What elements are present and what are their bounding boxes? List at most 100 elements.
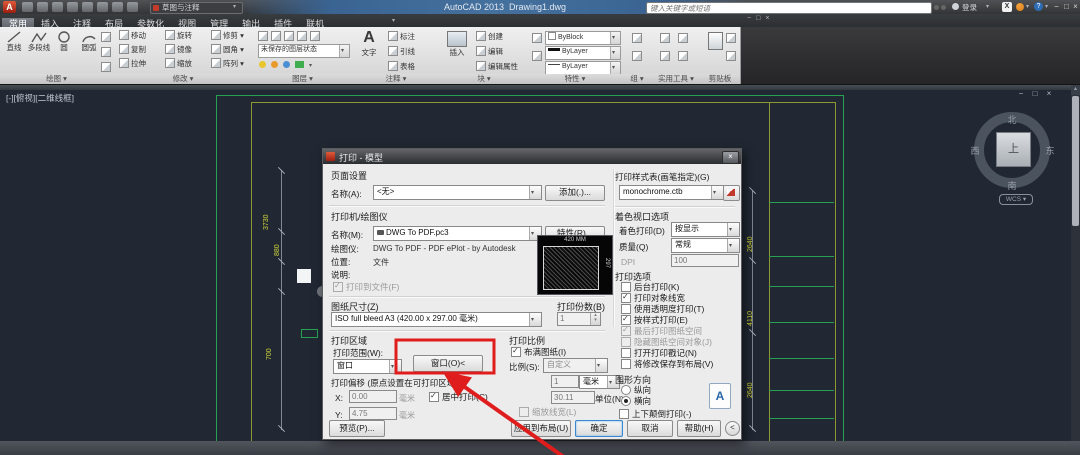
tool-modify-拉伸[interactable]: 拉伸 [119, 58, 146, 70]
tool-leader[interactable]: 引线 [388, 46, 415, 58]
help-icon[interactable]: ? [1034, 2, 1043, 11]
quality-dropdown[interactable]: 常规 [671, 238, 740, 253]
tool-dimension[interactable]: 标注 [388, 31, 415, 43]
tool-table[interactable]: 表格 [388, 61, 415, 73]
paper-size-dropdown[interactable]: ISO full bleed A3 (420.00 x 297.00 毫米) [331, 312, 542, 327]
layer-match-icon[interactable] [310, 31, 320, 41]
paste-icon[interactable] [708, 32, 723, 50]
landscape-radio[interactable]: 横向 [621, 396, 651, 406]
ellipse-flyout-icon[interactable] [101, 47, 111, 57]
layer-on-bulb-icon[interactable] [259, 61, 266, 68]
sign-in-link[interactable]: 登录 [962, 3, 977, 12]
offset-y-field[interactable]: 4.75 [349, 407, 397, 420]
panel-title-properties[interactable]: 特性 ▾ [528, 74, 622, 84]
shade-plot-dropdown[interactable]: 按显示 [671, 222, 740, 237]
drawing-window-controls[interactable]: −□× [747, 15, 774, 22]
offset-x-field[interactable]: 0.00 [349, 390, 397, 403]
properties-list-icon[interactable] [532, 51, 542, 61]
hatch-flyout-icon[interactable] [101, 62, 111, 72]
object-color-dropdown[interactable]: ByBlock [545, 31, 621, 45]
portrait-radio[interactable]: 纵向 [621, 385, 651, 395]
search-input[interactable] [647, 3, 937, 13]
dialog-title-bar[interactable]: 打印 - 模型 × [323, 149, 741, 164]
panel-title-layers[interactable]: 图层 ▾ [253, 74, 352, 84]
ok-button[interactable]: 确定 [575, 420, 623, 437]
plot-option-checkbox[interactable]: 最后打印图纸空间 [621, 326, 702, 336]
panel-title-draw[interactable]: 绘图 ▾ [0, 74, 113, 84]
plot-option-checkbox[interactable]: 按样式打印(E) [621, 315, 688, 325]
help-button[interactable]: 帮助(H) [677, 420, 721, 437]
scale-dropdown[interactable]: 自定义 [543, 358, 608, 373]
layer-freeze-icon[interactable] [284, 31, 294, 41]
tool-modify-镜像[interactable]: 镜像 [165, 44, 192, 56]
plot-option-checkbox[interactable]: 使用透明度打印(T) [621, 304, 704, 314]
tool-edit-block[interactable]: 编辑 [476, 46, 503, 58]
layer-state-dropdown[interactable]: 未保存的图层状态 [258, 44, 350, 58]
tool-modify-复制[interactable]: 复制 [119, 44, 146, 56]
infocenter-search[interactable] [646, 2, 932, 14]
tool-modify-旋转[interactable]: 旋转 [165, 30, 192, 42]
signin-caret-icon[interactable]: ▾ [986, 4, 989, 10]
tool-modify-阵列[interactable]: 阵列 ▾ [211, 58, 244, 70]
close-button[interactable]: × [1071, 2, 1080, 12]
scale-lineweights-checkbox[interactable]: 缩放线宽(L) [519, 407, 576, 417]
compass-south[interactable]: 南 [1006, 179, 1018, 192]
rectangle-flyout-icon[interactable] [101, 32, 111, 42]
tool-modify-移动[interactable]: 移动 [119, 30, 146, 42]
layer-caret-icon[interactable]: ▾ [309, 63, 312, 69]
group-icon[interactable] [632, 33, 642, 43]
doc-restore-button[interactable]: □ [1030, 89, 1040, 98]
tool-text[interactable]: A 文字 [356, 29, 382, 58]
plot-option-checkbox[interactable]: 隐藏图纸空间对象(J) [621, 337, 712, 347]
scrollbar-thumb[interactable] [1072, 96, 1079, 226]
page-setup-name-dropdown[interactable]: <无> [373, 185, 542, 200]
panel-title-block[interactable]: 块 ▾ [440, 74, 528, 84]
compass-north[interactable]: 北 [1006, 113, 1018, 126]
scale-numerator-field[interactable]: 1 [551, 375, 579, 388]
plot-range-dropdown[interactable]: 窗口 [333, 359, 402, 374]
add-page-setup-button[interactable]: 添加(.)... [545, 185, 605, 201]
scale-units-field[interactable]: 30.11 [551, 391, 595, 404]
upside-down-checkbox[interactable]: 上下颠倒打印(-) [619, 409, 692, 419]
measure-icon[interactable] [660, 33, 670, 43]
viewcube-top-face[interactable]: 上 [996, 132, 1031, 167]
preview-button[interactable]: 预览(P)... [329, 420, 385, 437]
dpi-field[interactable]: 100 [671, 254, 739, 267]
fit-to-paper-checkbox[interactable]: 布满图纸(I) [511, 347, 566, 357]
exchange-apps-icon[interactable]: X [1002, 2, 1012, 12]
selection-grip[interactable] [297, 269, 311, 283]
center-plot-checkbox[interactable]: 居中打印(C) [429, 392, 488, 402]
tool-edit-attributes[interactable]: 编辑属性 [476, 61, 518, 73]
tool-modify-圆角[interactable]: 圆角 ▾ [211, 44, 244, 56]
collapse-options-button[interactable]: < [725, 421, 740, 436]
panel-title-utilities[interactable]: 实用工具 ▾ [652, 74, 700, 84]
doc-minimize-button[interactable]: − [1016, 89, 1026, 98]
match-properties-icon[interactable] [532, 33, 542, 43]
layer-thaw-icon[interactable] [271, 61, 278, 68]
apply-to-layout-button[interactable]: 应用到布局(U) [511, 420, 571, 437]
spinner-arrows-icon[interactable]: ▴▾ [590, 313, 600, 325]
copy-clip-icon[interactable] [726, 33, 736, 43]
vertical-scrollbar[interactable]: ▴ [1071, 84, 1080, 455]
tool-circle[interactable]: 圆 [51, 30, 77, 52]
search-binoculars-icon[interactable] [934, 5, 939, 10]
edit-plot-style-button[interactable] [723, 185, 740, 201]
cancel-button[interactable]: 取消 [627, 420, 673, 437]
plot-style-dropdown[interactable]: monochrome.ctb [619, 185, 724, 200]
dialog-close-button[interactable]: × [722, 151, 739, 164]
plot-option-checkbox[interactable]: 将修改保存到布局(V) [621, 359, 713, 369]
tool-modify-修剪[interactable]: 修剪 ▾ [211, 30, 244, 42]
copies-spinner[interactable]: 1▴▾ [557, 312, 601, 326]
minimize-button[interactable]: − [1052, 2, 1061, 12]
layer-properties-icon[interactable] [258, 31, 268, 41]
lineweight-dropdown[interactable]: ByLayer [545, 46, 621, 60]
wcs-dropdown[interactable]: WCS ▾ [999, 194, 1033, 205]
plot-option-checkbox[interactable]: 后台打印(K) [621, 282, 679, 292]
scale-unit-dropdown[interactable]: 毫米 [579, 375, 620, 389]
layer-off-icon[interactable] [271, 31, 281, 41]
plot-option-checkbox[interactable]: 打印对象线宽 [621, 293, 685, 303]
tool-line[interactable]: 直线 [1, 30, 27, 52]
tool-arc[interactable]: 圆弧 [76, 30, 102, 52]
doc-close-button[interactable]: × [1044, 89, 1054, 98]
panel-title-group[interactable]: 组 ▾ [622, 74, 652, 84]
